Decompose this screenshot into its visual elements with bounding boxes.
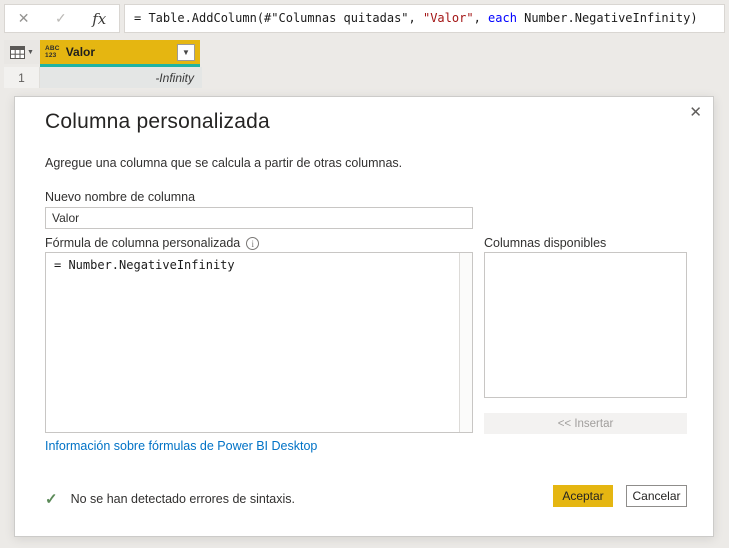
custom-formula-label: Fórmula de columna personalizada: [45, 236, 241, 250]
dialog-subtitle: Agregue una columna que se calcula a par…: [45, 156, 403, 170]
custom-formula-value: = Number.NegativeInfinity: [54, 258, 235, 272]
formula-help-link[interactable]: Información sobre fórmulas de Power BI D…: [45, 439, 317, 453]
formula-code-keyword: each: [488, 11, 517, 25]
chevron-down-icon: ▼: [182, 47, 190, 57]
row-number: 1: [18, 70, 25, 85]
available-columns-list[interactable]: [484, 252, 687, 398]
info-icon[interactable]: i: [246, 236, 260, 250]
column-type-any-icon: ABC 123: [45, 45, 60, 59]
accept-button[interactable]: Aceptar: [553, 485, 613, 507]
fx-icon[interactable]: fx: [92, 10, 106, 28]
column-filter-dropdown-button[interactable]: ▼: [177, 43, 195, 61]
column-name: Valor: [65, 45, 96, 59]
formula-code-pre: = Table.AddColumn(#"Columnas quitadas",: [134, 11, 423, 25]
column-header-valor[interactable]: ABC 123 Valor ▼: [40, 40, 200, 64]
formula-code-post: Number.NegativeInfinity): [516, 11, 698, 25]
syntax-status-text: No se han detectado errores de sintaxis.: [70, 492, 296, 506]
row-number-cell[interactable]: 1: [4, 67, 40, 88]
new-column-name-label: Nuevo nombre de columna: [45, 190, 196, 204]
row-value: -Infinity: [155, 70, 194, 85]
row-value-cell[interactable]: -Infinity: [40, 67, 202, 88]
formula-label-row: Fórmula de columna personalizada i: [45, 236, 260, 250]
formula-confirm-icon[interactable]: ✓: [55, 10, 67, 27]
formula-bar-input[interactable]: = Table.AddColumn(#"Columnas quitadas", …: [124, 4, 725, 33]
formula-scrollbar[interactable]: [459, 253, 472, 432]
dialog-title: Columna personalizada: [45, 110, 270, 133]
close-icon[interactable]: ✕: [689, 103, 702, 121]
available-columns-label: Columnas disponibles: [484, 236, 607, 250]
formula-bar-actions: ✕ ✓ fx: [4, 4, 120, 33]
formula-code-string: "Valor": [422, 11, 474, 25]
custom-formula-textarea[interactable]: = Number.NegativeInfinity: [45, 252, 473, 433]
custom-column-dialog: ✕ Columna personalizada Agregue una colu…: [14, 96, 714, 537]
syntax-status: ✓ No se han detectado errores de sintaxi…: [45, 490, 295, 508]
table-menu-chevron-down-icon: ▼: [27, 48, 34, 56]
check-icon: ✓: [45, 491, 58, 508]
formula-code-sep: ,: [473, 11, 489, 25]
cancel-button[interactable]: Cancelar: [626, 485, 687, 507]
formula-cancel-icon[interactable]: ✕: [18, 10, 30, 27]
table-menu-button[interactable]: ▼: [4, 40, 40, 64]
new-column-name-input[interactable]: [45, 207, 473, 229]
table-icon: [10, 45, 26, 59]
insert-button[interactable]: << Insertar: [484, 413, 687, 434]
